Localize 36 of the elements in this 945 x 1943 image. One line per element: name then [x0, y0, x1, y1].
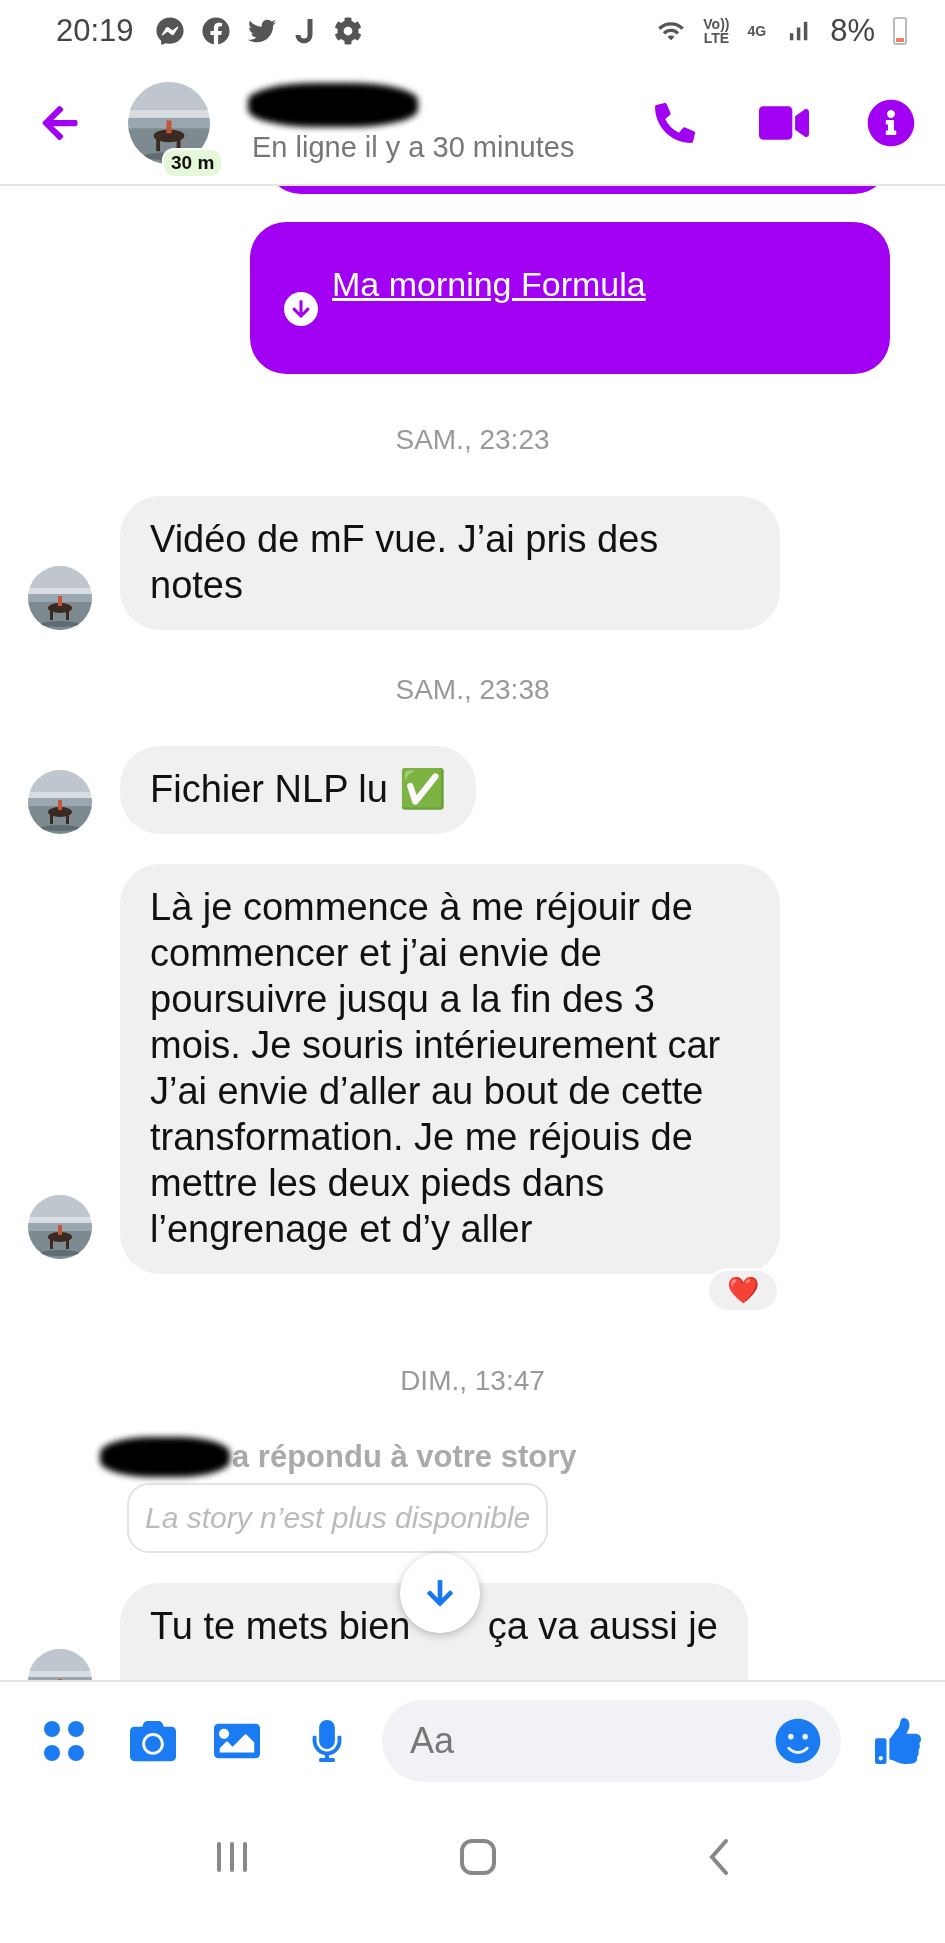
- back-nav-icon[interactable]: [707, 1837, 730, 1876]
- reaction[interactable]: ❤: [706, 1268, 780, 1313]
- message-bubble: Vidéo de mF vue. J’ai pris des notes: [120, 496, 780, 630]
- messenger-icon: [155, 17, 184, 45]
- message-bubble: Tu te mets bien ça va aussi je: [120, 1583, 748, 1680]
- arrow-down-icon: [425, 1578, 455, 1608]
- back-icon[interactable]: [40, 103, 80, 143]
- timestamp: DIM., 13:47: [399, 1365, 546, 1397]
- phone-icon[interactable]: [655, 103, 695, 143]
- message-bubble: Là je commence à me réjouir de commencer et j’ai envie de poursuivre jusqu a la fin des 3 mois. Je souris intérieurement car J’ai envie d’aller au bout de cette transformation. Je me réjouis de mettre les deux pieds dans l’engrenage et d’y aller: [120, 864, 780, 1274]
- active-badge: 30 m: [162, 148, 224, 178]
- story-reply-label: a répondu à votre story: [232, 1439, 577, 1475]
- recent-apps-icon[interactable]: [215, 1839, 250, 1874]
- battery-percent: 8%: [830, 13, 875, 49]
- smiley-icon[interactable]: [775, 1718, 821, 1764]
- network-label: 4G: [747, 24, 767, 38]
- message-field[interactable]: Aa: [382, 1700, 841, 1782]
- timestamp: SAM., 23:23: [394, 424, 551, 456]
- info-icon[interactable]: [867, 99, 915, 147]
- thumbs-up-icon[interactable]: [875, 1718, 921, 1764]
- story-unavailable-note: La story n’est plus disponible: [127, 1483, 549, 1553]
- apps-icon[interactable]: [44, 1721, 84, 1761]
- download-icon[interactable]: [284, 292, 318, 326]
- file-link[interactable]: Ma morning Formula: [332, 264, 646, 304]
- volte-label: Vo)) LTE: [703, 17, 730, 45]
- timestamp: SAM., 23:38: [394, 674, 551, 706]
- hook-icon: [293, 17, 316, 45]
- message-bubble: Fichier NLP lu ✅: [120, 746, 476, 834]
- home-icon[interactable]: [459, 1837, 498, 1876]
- gear-icon: [333, 17, 362, 45]
- camera-icon[interactable]: [130, 1718, 176, 1764]
- clock: 20:19: [56, 13, 134, 49]
- bird-icon: [247, 17, 276, 45]
- online-status: En ligne il y a 30 minutes: [252, 130, 575, 164]
- battery-icon: [893, 17, 907, 45]
- facebook-icon: [201, 17, 230, 45]
